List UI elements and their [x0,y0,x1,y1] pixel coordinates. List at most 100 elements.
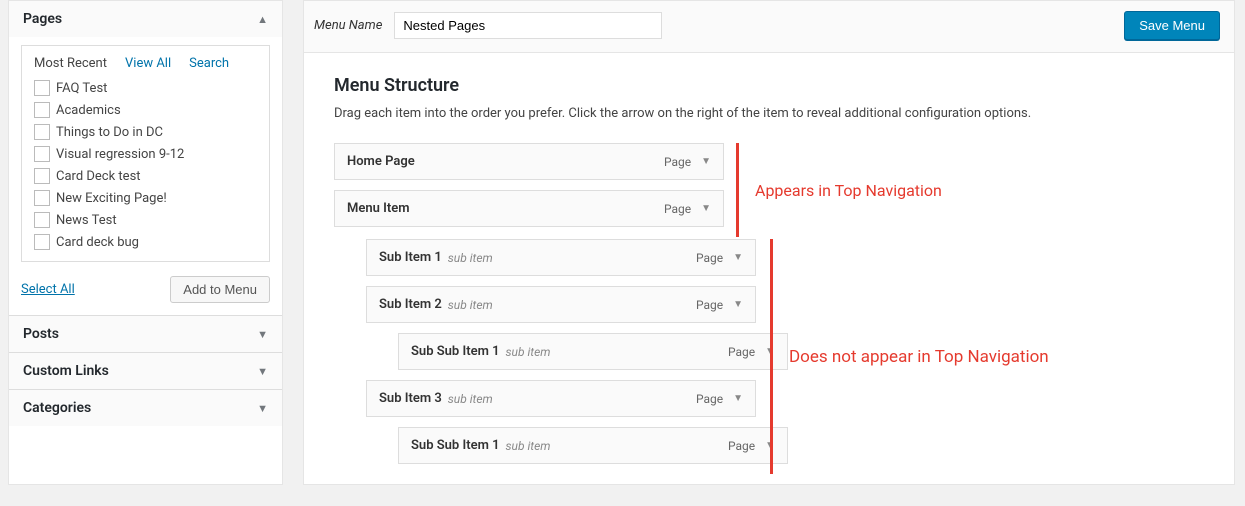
sidebar-header-custom-links[interactable]: Custom Links ▼ [9,353,282,389]
expand-icon: ▼ [257,365,268,378]
menu-all: Home Page Page ▼ Menu Item Page ▼ [334,143,1053,474]
annotation-bar [736,143,739,237]
menu-item-type: Page [664,155,691,169]
annotation-group-top: Home Page Page ▼ Menu Item Page ▼ [334,143,1053,237]
pages-body: Most Recent View All Search FAQ Test Aca… [9,45,282,315]
menu-item[interactable]: Sub Item 2 sub item Page ▼ [366,286,756,323]
menu-item-title: Sub Item 3 [379,391,442,406]
menu-item-type: Page [664,202,691,216]
add-to-menu-button[interactable]: Add to Menu [170,276,270,303]
expand-icon: ▼ [257,402,268,415]
tab-search[interactable]: Search [189,56,229,71]
sidebar: Pages ▲ Most Recent View All Search FAQ … [8,0,283,485]
main: Menu Name Save Menu Menu Structure Drag … [303,0,1245,485]
sidebar-header-categories[interactable]: Categories ▼ [9,390,282,426]
menu-item-type: Page [696,298,723,312]
page-item-label: News Test [56,213,117,228]
page-item-label: Card deck bug [56,235,139,250]
sidebar-section-pages: Pages ▲ Most Recent View All Search FAQ … [9,1,282,315]
menu-item-subtitle: sub item [448,392,493,406]
sidebar-header-categories-label: Categories [23,400,91,416]
menu-item-type: Page [696,392,723,406]
pages-tabs: Most Recent View All Search [30,54,261,79]
menu-name-label: Menu Name [314,18,382,33]
page-item-label: New Exciting Page! [56,191,167,206]
annotation-text-not-appears: Does not appear in Top Navigation [785,239,1053,474]
menu-item-title: Sub Sub Item 1 [411,438,500,453]
page-item-label: Things to Do in DC [56,125,163,140]
tab-view-all[interactable]: View All [125,56,171,71]
chevron-down-icon[interactable]: ▼ [733,299,743,310]
chevron-down-icon[interactable]: ▼ [701,156,711,167]
page-item-checkbox[interactable] [34,124,50,140]
annotation-bar [770,239,773,474]
menu-items-list: Home Page Page ▼ Menu Item Page ▼ [334,143,724,237]
page-item-checkbox[interactable] [34,146,50,162]
menu-item[interactable]: Menu Item Page ▼ [334,190,724,227]
menu-item[interactable]: Sub Item 3 sub item Page ▼ [366,380,756,417]
annotation-text-appears: Appears in Top Navigation [751,143,946,237]
structure-wrap: Home Page Page ▼ Menu Item Page ▼ [334,143,1212,474]
menu-item-title: Sub Item 1 [379,250,442,265]
sidebar-section-posts: Posts ▼ [9,315,282,352]
page-item-checkbox[interactable] [34,190,50,206]
menu-header: Menu Name Save Menu [303,0,1235,52]
page-item: Visual regression 9-12 [30,145,261,163]
sidebar-header-posts-label: Posts [23,326,59,342]
menu-item-title: Menu Item [347,201,410,216]
menu-item-subtitle: sub item [448,298,493,312]
menu-items-list: Sub Item 1 sub item Page ▼ Sub Item 2 su… [334,239,814,474]
annotation-group-bottom: Sub Item 1 sub item Page ▼ Sub Item 2 su… [334,239,1053,474]
page-item-checkbox[interactable] [34,234,50,250]
sidebar-section-categories: Categories ▼ [9,389,282,426]
menu-structure-title: Menu Structure [334,75,1212,96]
select-all-link[interactable]: Select All [21,282,75,297]
sidebar-header-pages-label: Pages [23,11,62,27]
sidebar-section-custom-links: Custom Links ▼ [9,352,282,389]
expand-icon: ▼ [257,328,268,341]
menu-body: Menu Structure Drag each item into the o… [303,52,1235,485]
sidebar-header-pages[interactable]: Pages ▲ [9,1,282,37]
menu-name-input[interactable] [394,12,662,39]
menu-item-type: Page [728,345,755,359]
page-item: New Exciting Page! [30,189,261,207]
page-item-label: FAQ Test [56,81,107,96]
menu-item-type: Page [696,251,723,265]
chevron-down-icon[interactable]: ▼ [733,252,743,263]
page-item: FAQ Test [30,79,261,97]
tab-most-recent[interactable]: Most Recent [34,56,107,71]
menu-item-title: Sub Item 2 [379,297,442,312]
pages-tabs-box: Most Recent View All Search FAQ Test Aca… [21,45,270,262]
page-item-checkbox[interactable] [34,80,50,96]
page-item: News Test [30,211,261,229]
page-item-checkbox[interactable] [34,168,50,184]
menu-item[interactable]: Home Page Page ▼ [334,143,724,180]
menu-item-title: Sub Sub Item 1 [411,344,500,359]
menu-structure-description: Drag each item into the order you prefer… [334,106,1212,121]
menu-item[interactable]: Sub Item 1 sub item Page ▼ [366,239,756,276]
menu-item-subtitle: sub item [506,345,551,359]
page-item-label: Visual regression 9-12 [56,147,184,162]
chevron-down-icon[interactable]: ▼ [701,203,711,214]
page-item-checkbox[interactable] [34,212,50,228]
menu-item-title: Home Page [347,154,415,169]
menu-item[interactable]: Sub Sub Item 1 sub item Page ▼ [398,427,788,464]
menu-item[interactable]: Sub Sub Item 1 sub item Page ▼ [398,333,788,370]
page-item: Academics [30,101,261,119]
menu-item-subtitle: sub item [506,439,551,453]
pages-footer-row: Select All Add to Menu [21,276,270,303]
page-item: Card deck bug [30,233,261,251]
page-item: Things to Do in DC [30,123,261,141]
sidebar-header-custom-links-label: Custom Links [23,363,109,379]
collapse-icon: ▲ [257,13,268,26]
sidebar-header-posts[interactable]: Posts ▼ [9,316,282,352]
pages-list: FAQ Test Academics Things to Do in DC Vi… [30,79,261,251]
menu-item-subtitle: sub item [448,251,493,265]
chevron-down-icon[interactable]: ▼ [733,393,743,404]
page-item-label: Academics [56,103,121,118]
page-item-checkbox[interactable] [34,102,50,118]
page-item: Card Deck test [30,167,261,185]
save-menu-button[interactable]: Save Menu [1124,11,1220,40]
page-item-label: Card Deck test [56,169,141,184]
menu-item-type: Page [728,439,755,453]
